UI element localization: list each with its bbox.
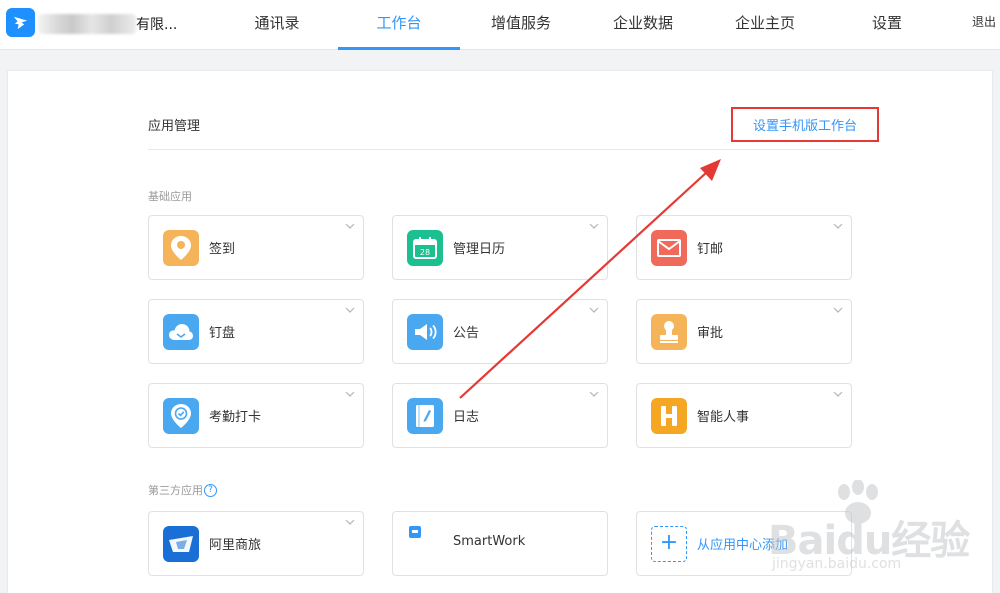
app-name: 审批 — [697, 326, 724, 341]
tab-settings[interactable]: 设置 — [826, 0, 948, 50]
company-name: 有限... — [136, 17, 178, 33]
top-navigation-bar: 有限... 通讯录 工作台 增值服务 企业数据 企业主页 设置 退出 — [0, 0, 1000, 50]
app-name: SmartWork — [453, 534, 526, 549]
app-name: 考勤打卡 — [209, 410, 262, 425]
add-from-app-center-button[interactable]: + 从应用中心添加 — [636, 511, 852, 576]
app-card-smart-hr[interactable]: 智能人事 — [636, 383, 852, 448]
logout-link[interactable]: 退出 — [972, 13, 996, 30]
plus-icon: + — [651, 526, 687, 562]
chevron-down-icon[interactable] — [589, 306, 599, 314]
app-card-mail[interactable]: 钉邮 — [636, 215, 852, 280]
company-switcher[interactable]: 有限... — [38, 12, 177, 36]
tab-enterprise-homepage[interactable]: 企业主页 — [704, 0, 826, 50]
app-card-drive[interactable]: 钉盘 — [148, 299, 364, 364]
help-icon[interactable]: ? — [204, 483, 217, 497]
notebook-icon — [407, 398, 443, 434]
chevron-down-icon[interactable] — [345, 222, 355, 230]
chevron-down-icon[interactable] — [833, 222, 843, 230]
location-pin-icon — [163, 230, 199, 266]
app-card-calendar[interactable]: 28 管理日历 — [392, 215, 608, 280]
basic-apps-section-label: 基础应用 — [148, 188, 192, 204]
smartwork-icon — [407, 526, 443, 562]
checkin-pin-icon — [163, 398, 199, 434]
chevron-down-icon[interactable] — [345, 306, 355, 314]
tab-contacts[interactable]: 通讯录 — [216, 0, 338, 50]
tab-enterprise-data[interactable]: 企业数据 — [582, 0, 704, 50]
app-name: 阿里商旅 — [209, 538, 262, 553]
app-card-log[interactable]: 日志 — [392, 383, 608, 448]
basic-apps-grid: 签到 28 管理日历 钉邮 钉盘 公告 审批 考勤打卡 日志 智能人事 — [148, 215, 853, 448]
add-from-app-center-label: 从应用中心添加 — [697, 538, 789, 553]
app-management-panel: 应用管理 设置手机版工作台 基础应用 签到 28 管理日历 钉邮 钉盘 公告 审… — [7, 70, 993, 593]
app-card-smartwork[interactable]: SmartWork — [392, 511, 608, 576]
app-card-ali-travel[interactable]: 阿里商旅 — [148, 511, 364, 576]
app-name: 钉盘 — [209, 326, 236, 341]
cloud-icon — [163, 314, 199, 350]
chevron-down-icon[interactable] — [589, 390, 599, 398]
main-nav: 通讯录 工作台 增值服务 企业数据 企业主页 设置 — [216, 0, 948, 50]
chevron-down-icon[interactable] — [833, 306, 843, 314]
divider — [148, 149, 853, 150]
set-mobile-workbench-link[interactable]: 设置手机版工作台 — [731, 107, 879, 142]
app-name: 管理日历 — [453, 242, 506, 257]
app-name: 公告 — [453, 326, 480, 341]
svg-text:28: 28 — [420, 248, 430, 257]
mail-icon — [651, 230, 687, 266]
app-card-announcement[interactable]: 公告 — [392, 299, 608, 364]
megaphone-icon — [407, 314, 443, 350]
app-name: 日志 — [453, 410, 480, 425]
third-party-apps-grid: 阿里商旅 SmartWork + 从应用中心添加 — [148, 511, 853, 576]
tab-workbench[interactable]: 工作台 — [338, 0, 460, 50]
third-party-section-label: 第三方应用 ? — [148, 482, 217, 498]
chevron-down-icon[interactable] — [833, 390, 843, 398]
third-party-label-text: 第三方应用 — [148, 484, 203, 497]
app-card-attendance[interactable]: 考勤打卡 — [148, 383, 364, 448]
stamp-icon — [651, 314, 687, 350]
calendar-icon: 28 — [407, 230, 443, 266]
app-name: 钉邮 — [697, 242, 724, 257]
chevron-down-icon[interactable] — [589, 222, 599, 230]
tab-value-added-services[interactable]: 增值服务 — [460, 0, 582, 50]
app-card-checkin[interactable]: 签到 — [148, 215, 364, 280]
app-card-approval[interactable]: 审批 — [636, 299, 852, 364]
hr-h-icon — [651, 398, 687, 434]
chevron-down-icon[interactable] — [345, 518, 355, 526]
blurred-company-name — [38, 14, 136, 34]
basic-apps-label-text: 基础应用 — [148, 190, 192, 203]
page-title: 应用管理 — [148, 119, 201, 134]
dingtalk-logo-icon[interactable] — [6, 8, 35, 37]
app-name: 签到 — [209, 242, 236, 257]
app-name: 智能人事 — [697, 410, 750, 425]
ali-travel-icon — [163, 526, 199, 562]
chevron-down-icon[interactable] — [345, 390, 355, 398]
